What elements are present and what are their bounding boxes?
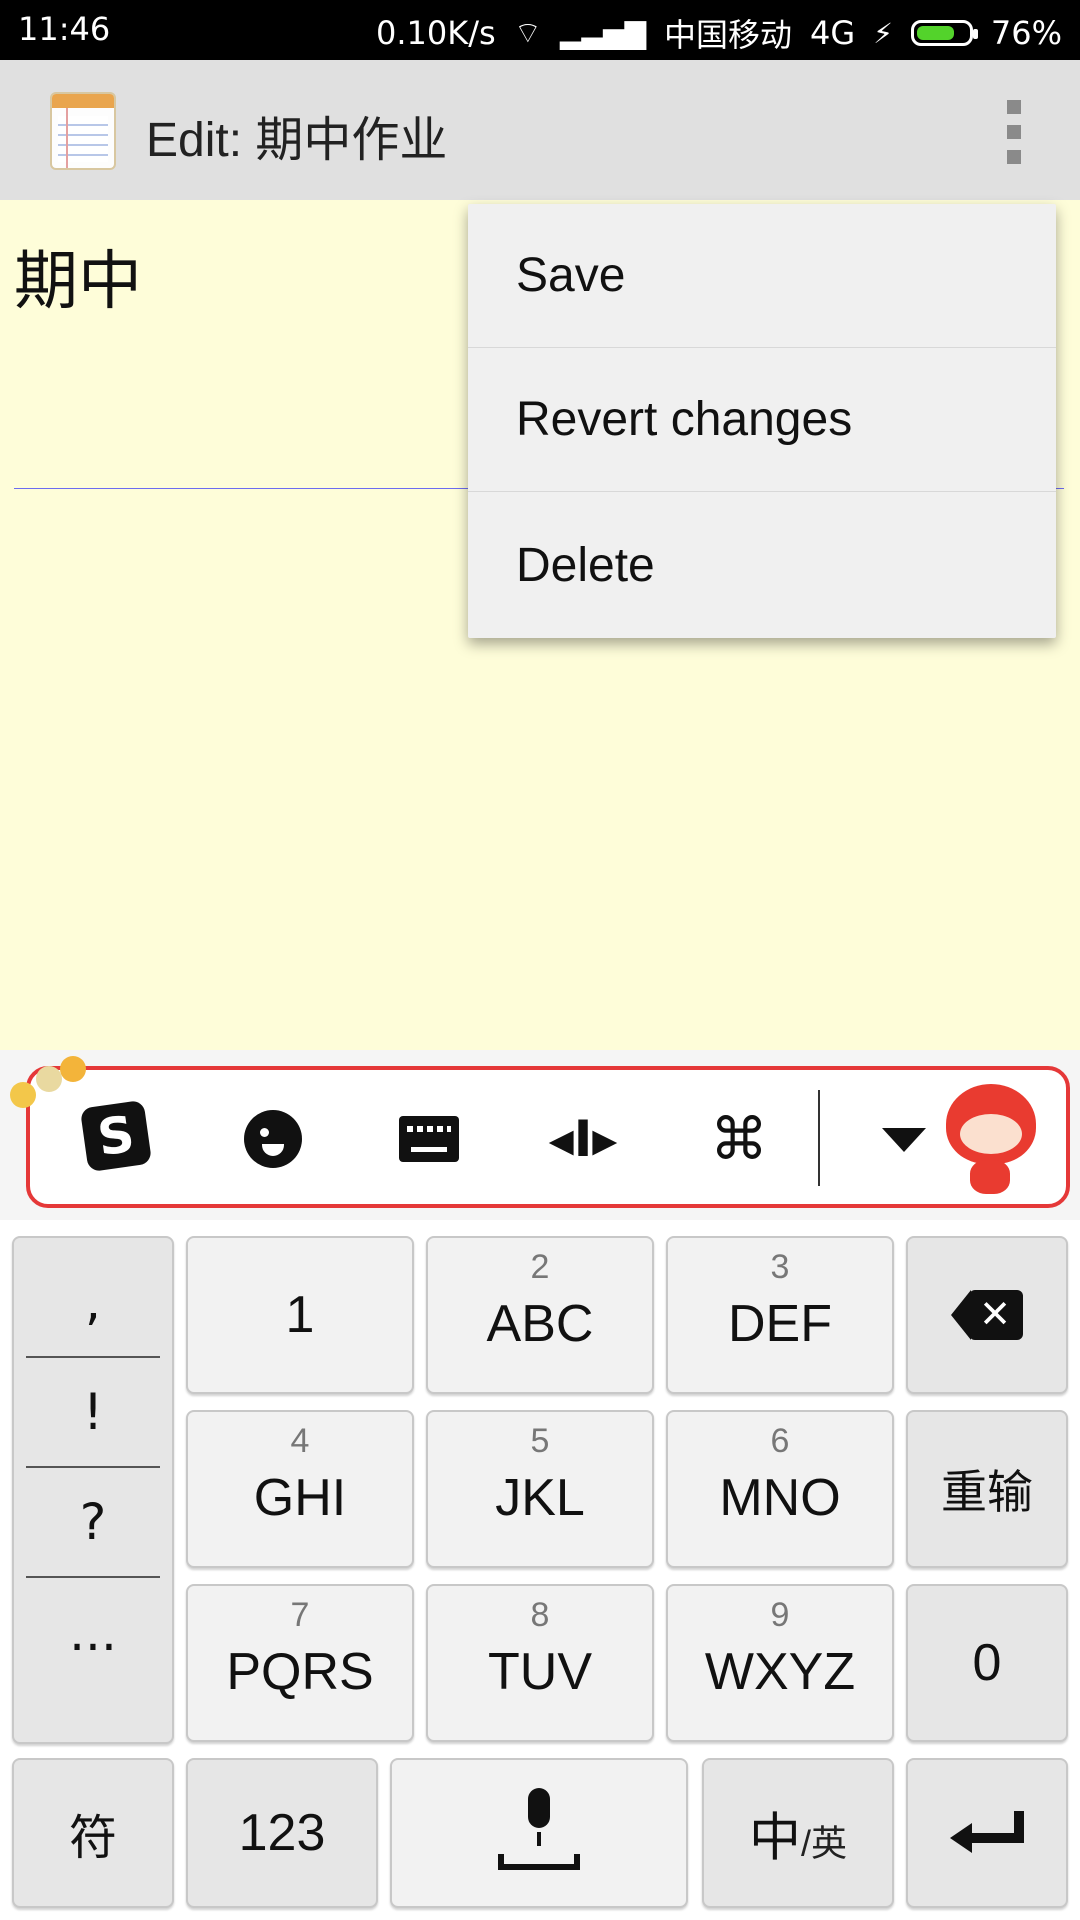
page-title: Edit: 期中作业 bbox=[146, 114, 448, 167]
network-type: 4G bbox=[810, 14, 856, 52]
battery-percent: 76% bbox=[990, 14, 1062, 52]
punctuation-column[interactable]: , ! ? ... bbox=[12, 1236, 174, 1744]
charging-icon: ⚡ bbox=[873, 16, 893, 50]
note-text[interactable]: 期中 bbox=[14, 230, 142, 322]
key-2-abc[interactable]: 2 ABC bbox=[426, 1236, 654, 1394]
punct-ellipsis[interactable]: ... bbox=[26, 1578, 160, 1688]
keyboard-icon[interactable] bbox=[394, 1104, 464, 1174]
emoji-icon[interactable] bbox=[238, 1104, 308, 1174]
key-4-ghi[interactable]: 4 GHI bbox=[186, 1410, 414, 1568]
backspace-icon: ✕ bbox=[951, 1290, 1023, 1340]
notepad-icon bbox=[50, 92, 116, 170]
mascot-icon[interactable] bbox=[936, 1074, 1048, 1200]
overflow-menu: Save Revert changes Delete bbox=[468, 204, 1056, 638]
key-9-wxyz[interactable]: 9 WXYZ bbox=[666, 1584, 894, 1742]
language-toggle-key[interactable]: 中/英 bbox=[702, 1758, 894, 1908]
space-voice-key[interactable] bbox=[390, 1758, 688, 1908]
numeric-key[interactable]: 123 bbox=[186, 1758, 378, 1908]
key-7-pqrs[interactable]: 7 PQRS bbox=[186, 1584, 414, 1742]
lang-sub: /英 bbox=[801, 1822, 848, 1864]
enter-key[interactable] bbox=[906, 1758, 1068, 1908]
punct-comma[interactable]: , bbox=[26, 1248, 160, 1358]
battery-icon bbox=[910, 20, 978, 46]
status-bar: 11:46 0.10K/s ⌔ ▂▃▅▇ 中国移动 4G ⚡ 76% bbox=[0, 0, 1080, 60]
command-icon[interactable]: ⌘ bbox=[704, 1104, 774, 1174]
menu-item-delete[interactable]: Delete bbox=[468, 492, 1056, 638]
decoration-icon bbox=[6, 1052, 96, 1112]
backspace-key[interactable]: ✕ bbox=[906, 1236, 1068, 1394]
symbol-key[interactable]: 符 bbox=[12, 1758, 174, 1908]
more-vertical-icon[interactable] bbox=[1004, 100, 1024, 164]
sogou-logo-icon[interactable]: S bbox=[79, 1099, 153, 1173]
retype-key[interactable]: 重输 bbox=[906, 1410, 1068, 1568]
toolbar-divider bbox=[818, 1090, 820, 1186]
cursor-move-icon[interactable]: ◂I▸ bbox=[548, 1104, 618, 1174]
punct-question[interactable]: ? bbox=[26, 1468, 160, 1578]
key-3-def[interactable]: 3 DEF bbox=[666, 1236, 894, 1394]
collapse-arrow-icon[interactable] bbox=[882, 1128, 926, 1152]
action-bar: Edit: 期中作业 bbox=[0, 60, 1080, 200]
signal-icon: ▂▃▅▇ bbox=[559, 16, 647, 50]
battery-fill bbox=[916, 26, 955, 40]
key-8-tuv[interactable]: 8 TUV bbox=[426, 1584, 654, 1742]
carrier: 中国移动 bbox=[664, 16, 793, 54]
enter-icon bbox=[950, 1811, 1024, 1855]
key-0[interactable]: 0 bbox=[906, 1584, 1068, 1742]
punct-exclamation[interactable]: ! bbox=[26, 1358, 160, 1468]
status-right: 0.10K/s ⌔ ▂▃▅▇ 中国移动 4G ⚡ 76% bbox=[376, 10, 1062, 56]
net-speed: 0.10K/s bbox=[376, 14, 496, 52]
key-5-jkl[interactable]: 5 JKL bbox=[426, 1410, 654, 1568]
key-1[interactable]: 1 bbox=[186, 1236, 414, 1394]
wifi-icon: ⌔ bbox=[513, 16, 542, 51]
lang-main: 中 bbox=[748, 1809, 801, 1868]
menu-item-revert-changes[interactable]: Revert changes bbox=[468, 348, 1056, 492]
microphone-icon bbox=[494, 1788, 584, 1878]
status-time: 11:46 bbox=[18, 10, 111, 48]
key-6-mno[interactable]: 6 MNO bbox=[666, 1410, 894, 1568]
menu-item-save[interactable]: Save bbox=[468, 204, 1056, 348]
